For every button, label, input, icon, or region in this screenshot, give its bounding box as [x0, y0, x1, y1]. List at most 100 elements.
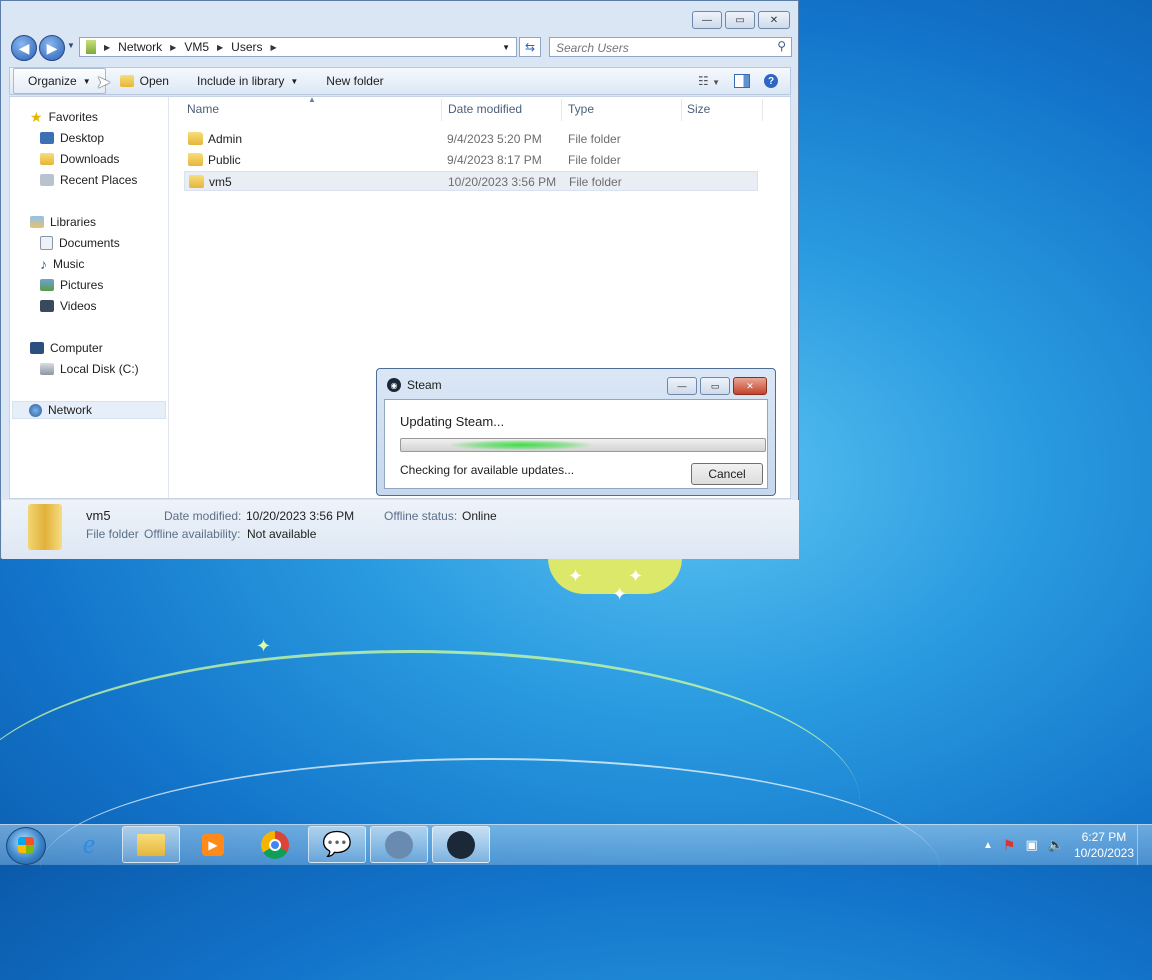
- column-name[interactable]: Name: [187, 102, 219, 116]
- start-button[interactable]: [6, 827, 46, 865]
- navigation-pane: ★ Favorites Desktop Downloads Recent Pla…: [10, 97, 169, 498]
- open-label: Open: [139, 74, 169, 88]
- preview-pane-icon[interactable]: [734, 74, 750, 88]
- table-row[interactable]: Admin 9/4/2023 5:20 PM File folder: [184, 129, 758, 149]
- minimize-button[interactable]: —: [692, 11, 722, 29]
- taskbar-messaging[interactable]: 💬: [308, 826, 366, 863]
- network-tray-icon[interactable]: ▣: [1025, 837, 1037, 853]
- column-date-modified[interactable]: Date modified: [448, 102, 522, 116]
- videos-icon: [40, 300, 54, 312]
- column-divider[interactable]: [441, 99, 442, 121]
- cancel-button[interactable]: Cancel: [691, 463, 763, 485]
- back-button[interactable]: ◀: [11, 35, 37, 61]
- column-type[interactable]: Type: [568, 102, 594, 116]
- column-divider[interactable]: [561, 99, 562, 121]
- row-type: File folder: [568, 153, 621, 167]
- column-size[interactable]: Size: [687, 102, 710, 116]
- clock[interactable]: 6:27 PM 10/20/2023: [1074, 829, 1134, 861]
- nav-pictures-label: Pictures: [60, 278, 104, 292]
- view-options-icon[interactable]: ☷ ▼: [698, 74, 720, 88]
- nav-libraries[interactable]: Libraries: [30, 213, 96, 231]
- taskbar-chrome[interactable]: [246, 826, 304, 863]
- breadcrumb-separator-icon[interactable]: ▶: [217, 43, 223, 52]
- search-input[interactable]: [554, 39, 768, 57]
- nav-videos[interactable]: Videos: [40, 297, 96, 315]
- steam-minimize-button[interactable]: —: [667, 377, 697, 395]
- organize-button[interactable]: Organize ▼: [13, 68, 106, 94]
- address-bar[interactable]: ▶ Network ▶ VM5 ▶ Users ▶ ▼: [79, 37, 517, 57]
- search-box[interactable]: ⚲: [549, 37, 792, 57]
- documents-icon: [40, 236, 53, 250]
- nav-computer[interactable]: Computer: [30, 339, 103, 357]
- search-icon[interactable]: ⚲: [777, 39, 786, 53]
- folder-icon: [188, 153, 203, 166]
- mouse-cursor: ➤: [96, 72, 112, 92]
- nav-libraries-label: Libraries: [50, 215, 97, 229]
- recent-pages-dropdown-icon[interactable]: ▼: [67, 41, 75, 50]
- organize-label: Organize: [28, 74, 77, 88]
- taskbar-steam-setup[interactable]: [370, 826, 428, 863]
- steam-close-button[interactable]: ✕: [733, 377, 767, 395]
- column-divider[interactable]: [681, 99, 682, 121]
- steam-status: Checking for available updates...: [400, 463, 575, 477]
- steam-update-dialog[interactable]: ◉ Steam — ▭ ✕ Updating Steam... Checking…: [376, 368, 776, 496]
- row-name: Admin: [208, 132, 243, 146]
- wallpaper-sparkle: ✦: [612, 584, 628, 604]
- nav-music-label: Music: [53, 257, 85, 271]
- nav-favorites[interactable]: ★ Favorites: [30, 108, 98, 126]
- chrome-icon: [261, 830, 289, 859]
- details-kind: File folder: [86, 527, 139, 541]
- action-center-flag-icon[interactable]: ⚑: [1003, 837, 1016, 854]
- include-in-library-button[interactable]: Include in library ▼: [183, 69, 312, 93]
- recent-places-icon: [40, 174, 54, 186]
- nav-desktop[interactable]: Desktop: [40, 129, 104, 147]
- taskbar-internet-explorer[interactable]: e: [60, 826, 118, 863]
- breadcrumb-separator-icon[interactable]: ▶: [271, 43, 277, 52]
- show-hidden-icons-icon[interactable]: ▲: [983, 840, 993, 851]
- column-divider[interactable]: [762, 99, 763, 121]
- maximize-button[interactable]: ▭: [725, 11, 755, 29]
- wallpaper-sparkle: ✦: [568, 566, 584, 586]
- steam-progress-bar: [400, 438, 766, 452]
- taskbar-steam[interactable]: [432, 826, 490, 863]
- breadcrumb-separator-icon[interactable]: ▶: [170, 43, 176, 52]
- window-controls: — ▭ ✕: [692, 11, 790, 29]
- refresh-button[interactable]: ⇆: [519, 37, 541, 57]
- row-type: File folder: [569, 175, 622, 189]
- close-button[interactable]: ✕: [758, 11, 790, 29]
- row-name: vm5: [209, 175, 232, 189]
- taskbar-explorer[interactable]: [122, 826, 180, 863]
- nav-pictures[interactable]: Pictures: [40, 276, 103, 294]
- breadcrumb-users[interactable]: Users: [231, 40, 262, 54]
- table-row[interactable]: Public 9/4/2023 8:17 PM File folder: [184, 150, 758, 170]
- details-date-label: Date modified:: [164, 509, 242, 523]
- back-arrow-icon: ◀: [18, 39, 30, 56]
- chevron-down-icon: ▼: [82, 76, 91, 86]
- volume-muted-icon[interactable]: 🔈: [1048, 837, 1064, 853]
- nav-local-disk[interactable]: Local Disk (C:): [40, 360, 139, 378]
- forward-button[interactable]: ▶: [39, 35, 65, 61]
- nav-documents[interactable]: Documents: [40, 234, 120, 252]
- help-icon[interactable]: ?: [764, 74, 778, 88]
- nav-recent-places[interactable]: Recent Places: [40, 171, 137, 189]
- nav-downloads[interactable]: Downloads: [40, 150, 119, 168]
- steam-icon: [385, 830, 413, 859]
- clock-date: 10/20/2023: [1073, 846, 1134, 860]
- command-bar: Organize ▼ Open Include in library ▼ New…: [9, 67, 791, 95]
- nav-music[interactable]: ♪ Music: [40, 255, 84, 273]
- disk-icon: [40, 363, 54, 375]
- nav-network[interactable]: Network: [12, 401, 166, 419]
- new-folder-button[interactable]: New folder: [312, 69, 397, 93]
- open-button[interactable]: Open: [106, 69, 183, 93]
- details-offline-status-label: Offline status:: [384, 509, 458, 523]
- taskbar-media-player[interactable]: ▶: [184, 826, 242, 863]
- desktop-icon: [40, 132, 54, 144]
- address-dropdown-icon[interactable]: ▼: [502, 43, 510, 52]
- breadcrumb-network[interactable]: Network: [118, 40, 162, 54]
- folder-icon: [188, 132, 203, 145]
- breadcrumb-vm5[interactable]: VM5: [184, 40, 209, 54]
- breadcrumb-separator-icon: ▶: [104, 42, 111, 52]
- steam-maximize-button[interactable]: ▭: [700, 377, 730, 395]
- table-row-selected[interactable]: vm5 10/20/2023 3:56 PM File folder: [184, 171, 758, 191]
- show-desktop-button[interactable]: [1137, 825, 1152, 865]
